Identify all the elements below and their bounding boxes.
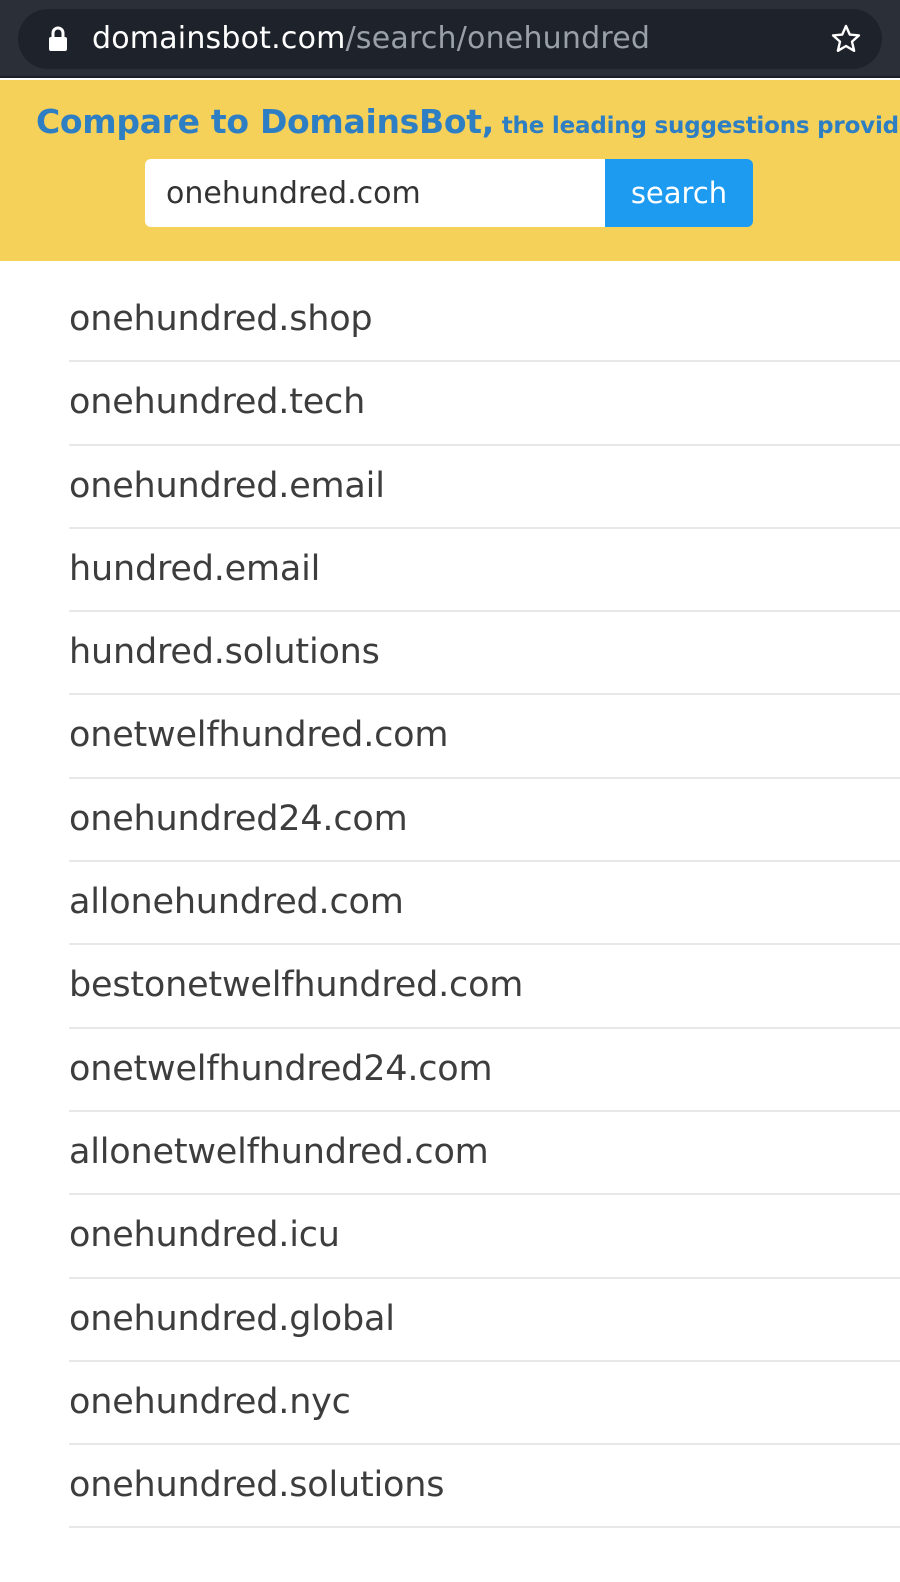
- domain-suggestion-label: onetwelfhundred.com: [69, 715, 449, 756]
- url-host: domainsbot.com: [92, 21, 346, 56]
- banner-heading-main: Compare to DomainsBot,: [36, 102, 494, 141]
- url-path: /search/onehundred: [345, 21, 651, 56]
- domain-suggestion-label: allonehundred.com: [69, 882, 404, 923]
- list-item[interactable]: hundred.email: [69, 529, 900, 613]
- compare-banner: Compare to DomainsBot, the leading sugge…: [0, 80, 900, 261]
- list-item[interactable]: allonetwelfhundred.com: [69, 1112, 900, 1196]
- star-icon[interactable]: [830, 23, 862, 55]
- domain-suggestion-label: onehundred.shop: [69, 299, 373, 339]
- domain-suggestion-label: hundred.email: [69, 548, 321, 589]
- domain-suggestion-label: hundred.solutions: [69, 632, 380, 673]
- list-item[interactable]: onehundred.email: [69, 446, 900, 529]
- search-button[interactable]: search: [605, 159, 753, 227]
- domain-suggestion-label: bestonetwelfhundred.com: [69, 965, 524, 1006]
- banner-heading-sub: the leading suggestions provider:: [493, 113, 900, 139]
- url-field[interactable]: domainsbot.com/search/onehundred: [18, 9, 882, 69]
- domain-suggestion-label: onehundred24.com: [69, 798, 408, 839]
- list-item[interactable]: onetwelfhundred24.com: [69, 1029, 900, 1112]
- lock-icon: [49, 26, 67, 51]
- domain-suggestion-label: allonetwelfhundred.com: [69, 1131, 489, 1172]
- list-item[interactable]: onehundred.icu: [69, 1195, 900, 1279]
- browser-address-bar: domainsbot.com/search/onehundred: [0, 0, 900, 78]
- url-text: domainsbot.com/search/onehundred: [92, 22, 650, 56]
- suggestion-list: onehundred.shop onehundred.tech onehundred…: [69, 279, 900, 1529]
- list-item[interactable]: onehundred.nyc: [69, 1362, 900, 1446]
- domain-suggestion-label: onehundred.nyc: [69, 1381, 351, 1422]
- domain-suggestion-label: onetwelfhundred24.com: [69, 1048, 493, 1089]
- list-item[interactable]: onehundred.global: [69, 1279, 900, 1362]
- domain-suggestion-label: onehundred.icu: [69, 1215, 340, 1256]
- domain-suggestion-label: onehundred.email: [69, 465, 385, 506]
- list-item[interactable]: bestonetwelfhundred.com: [69, 945, 900, 1029]
- domain-suggestion-label: onehundred.tech: [69, 382, 366, 423]
- list-item[interactable]: onehundred24.com: [69, 779, 900, 863]
- domain-suggestion-label: onehundred.solutions: [69, 1465, 445, 1506]
- list-item[interactable]: hundred.solutions: [69, 612, 900, 696]
- list-item[interactable]: onetwelfhundred.com: [69, 695, 900, 779]
- list-item[interactable]: allonehundred.com: [69, 862, 900, 946]
- list-item[interactable]: onehundred.solutions: [69, 1445, 900, 1529]
- domain-suggestion-label: onehundred.global: [69, 1298, 395, 1339]
- list-item[interactable]: onehundred.tech: [69, 362, 900, 446]
- banner-heading: Compare to DomainsBot, the leading sugge…: [36, 102, 900, 141]
- domain-search-input[interactable]: [145, 159, 605, 227]
- list-item[interactable]: onehundred.shop: [69, 279, 900, 363]
